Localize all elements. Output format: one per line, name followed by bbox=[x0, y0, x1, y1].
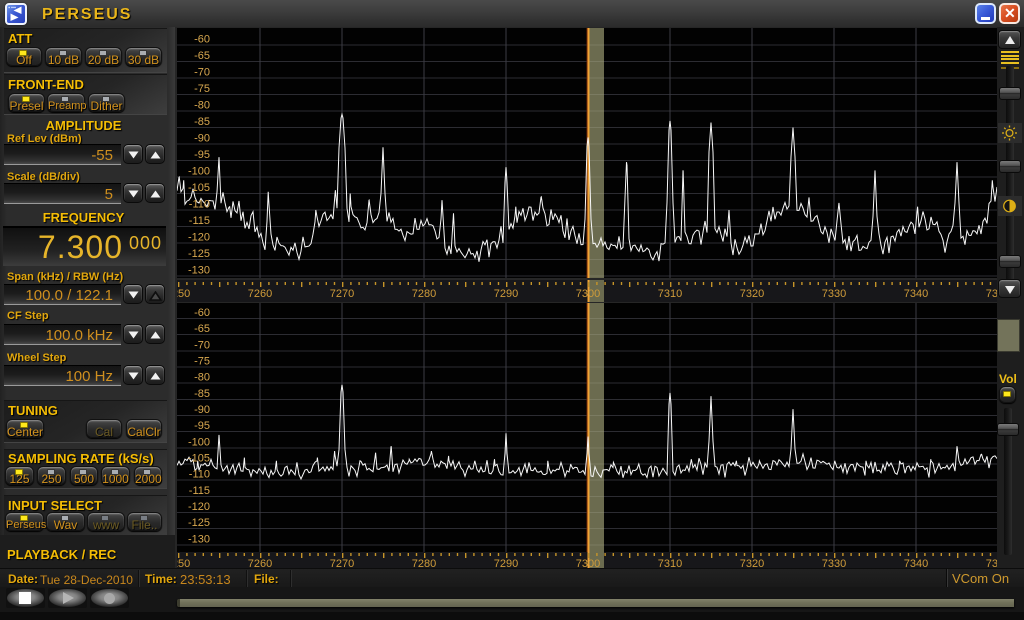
svg-text:-125: -125 bbox=[188, 517, 210, 529]
svg-text:-90: -90 bbox=[194, 404, 210, 416]
svg-text:7250: 7250 bbox=[177, 288, 190, 300]
svg-text:-95: -95 bbox=[194, 149, 210, 161]
svg-text:-120: -120 bbox=[188, 501, 210, 513]
svg-text:-65: -65 bbox=[194, 50, 210, 62]
svg-text:7350: 7350 bbox=[986, 288, 997, 300]
svg-text:7290: 7290 bbox=[494, 288, 518, 300]
svg-text:-85: -85 bbox=[194, 388, 210, 400]
svg-text:-60: -60 bbox=[194, 307, 210, 319]
svg-text:7280: 7280 bbox=[412, 288, 436, 300]
svg-text:-105: -105 bbox=[188, 453, 210, 465]
svg-text:-130: -130 bbox=[188, 265, 210, 277]
svg-text:7310: 7310 bbox=[658, 288, 682, 300]
svg-text:7320: 7320 bbox=[740, 288, 764, 300]
svg-text:-80: -80 bbox=[194, 372, 210, 384]
svg-text:-80: -80 bbox=[194, 100, 210, 112]
svg-text:-115: -115 bbox=[189, 215, 210, 227]
svg-text:-70: -70 bbox=[194, 67, 210, 79]
svg-text:-120: -120 bbox=[188, 232, 210, 244]
svg-text:-60: -60 bbox=[194, 34, 210, 46]
svg-text:-110: -110 bbox=[189, 199, 210, 211]
svg-text:-75: -75 bbox=[194, 83, 210, 95]
svg-text:7340: 7340 bbox=[904, 288, 928, 300]
svg-text:-70: -70 bbox=[194, 339, 210, 351]
svg-text:-100: -100 bbox=[188, 436, 210, 448]
svg-text:-75: -75 bbox=[194, 356, 210, 368]
svg-text:-130: -130 bbox=[188, 533, 210, 545]
svg-text:-105: -105 bbox=[188, 182, 210, 194]
svg-text:-110: -110 bbox=[189, 469, 210, 481]
svg-text:-85: -85 bbox=[194, 116, 210, 128]
svg-text:-65: -65 bbox=[194, 323, 210, 335]
svg-text:7270: 7270 bbox=[330, 288, 354, 300]
svg-text:-100: -100 bbox=[188, 166, 210, 178]
svg-text:-95: -95 bbox=[194, 420, 210, 432]
svg-text:7300: 7300 bbox=[576, 288, 600, 300]
svg-text:7260: 7260 bbox=[248, 288, 272, 300]
svg-text:-115: -115 bbox=[189, 485, 210, 497]
svg-text:7330: 7330 bbox=[822, 288, 846, 300]
svg-text:-125: -125 bbox=[188, 248, 210, 260]
svg-text:-90: -90 bbox=[194, 133, 210, 145]
